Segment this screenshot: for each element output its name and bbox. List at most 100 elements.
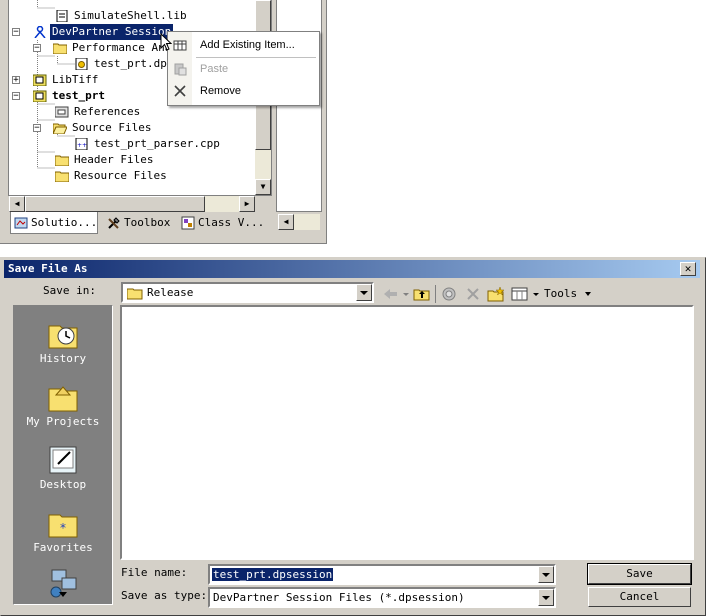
save-type-value: DevPartner Session Files (*.dpsession) [213,591,465,604]
tree-item-test-prt[interactable]: test_prt [33,88,107,104]
tree-item-label: SimulateShell.lib [74,9,187,22]
close-button[interactable]: ✕ [680,262,696,276]
tab-label: Solutio... [31,216,98,229]
folder-open-icon [53,123,67,134]
context-menu: Add Existing Item... Paste Remove [167,31,320,106]
tree-horizontal-scrollbar[interactable]: ◀ ▶ [9,196,255,212]
back-dropdown-icon[interactable] [401,285,411,303]
file-name-input[interactable]: test_prt.dpsession [208,564,556,585]
place-history[interactable]: History [14,314,112,374]
save-file-dialog: Save File As ✕ Save in: Release Tools Hi… [0,257,706,616]
dropdown-arrow-icon[interactable] [356,284,372,301]
tree-item-label: Header Files [74,153,154,166]
menu-item-remove[interactable]: Remove [168,80,319,102]
file-name-label: File name: [121,566,188,579]
tree-item-libtiff[interactable]: LibTiff [33,72,100,88]
menu-item-paste[interactable]: Paste [168,58,319,80]
favorites-icon: * [48,514,78,538]
tree-item-label: Source Files [72,121,152,134]
scroll-down-arrow-icon[interactable]: ▼ [255,179,271,195]
desktop-icon [49,446,77,474]
place-label: My Projects [26,415,100,428]
tree-item-label: test_prt_parser.cpp [94,137,220,150]
save-type-dropdown[interactable]: DevPartner Session Files (*.dpsession) [208,587,556,608]
tab-class-view[interactable]: Class V... [178,212,268,234]
views-dropdown-icon[interactable] [531,285,541,303]
places-scroll-down-icon[interactable] [58,591,68,599]
place-label: History [39,352,87,365]
dropdown-arrow-icon[interactable] [538,589,554,606]
views-icon[interactable] [510,285,530,303]
folder-icon [55,155,69,166]
search-web-icon[interactable] [440,285,460,303]
place-my-projects[interactable]: My Projects [14,377,112,437]
dialog-title: Save File As [8,262,88,275]
tab-solution-explorer[interactable]: Solutio... [10,212,98,234]
tools-menu[interactable]: Tools [544,287,592,300]
tools-label: Tools [544,287,578,300]
tree-item-label: LibTiff [52,73,99,86]
scroll-left-arrow-icon[interactable]: ◀ [9,196,25,212]
collapse-toggle[interactable]: − [12,92,20,101]
places-bar: History My Projects Desktop * Favorites [13,305,113,605]
collapse-toggle[interactable]: − [33,124,41,133]
new-folder-icon[interactable] [486,285,506,303]
folder-icon [127,288,143,300]
menu-item-label: Remove [200,85,241,97]
tree-item-devpartner-session[interactable]: DevPartner Session [33,24,174,40]
remove-x-icon [174,85,186,97]
toolbar-separator [435,285,436,303]
collapse-toggle[interactable]: − [12,28,20,37]
cancel-button[interactable]: Cancel [588,587,691,607]
dropdown-arrow-icon[interactable] [538,566,554,583]
scroll-left-arrow-icon[interactable]: ◀ [278,214,294,230]
mouse-cursor-icon [160,33,172,51]
add-existing-icon [173,40,187,51]
save-button[interactable]: Save [587,563,692,585]
svg-text:*: * [60,521,66,535]
side-pane-scrollbar[interactable]: ◀ [278,214,320,230]
delete-x-icon[interactable] [463,285,483,303]
svg-text:++: ++ [77,142,87,149]
tab-label: Class V... [198,216,265,229]
file-icon [56,10,68,22]
tree-item-header-files[interactable]: Header Files [55,152,155,168]
cpp-file-icon: ++ [75,138,88,150]
history-icon [48,325,78,349]
collapse-toggle[interactable]: − [33,44,41,53]
scroll-right-arrow-icon[interactable]: ▶ [239,196,255,212]
tree-item-label: References [74,105,141,118]
place-label: Favorites [33,541,93,554]
solution-icon [14,217,28,229]
folder-icon [55,171,69,182]
up-folder-icon[interactable] [412,285,432,303]
save-in-dropdown[interactable]: Release [121,282,374,303]
file-list[interactable] [120,305,694,560]
project-icon [33,90,47,102]
tab-toolbox[interactable]: Toolbox [104,212,178,234]
tree-item-label: test_prt [52,89,105,102]
menu-item-label: Add Existing Item... [200,39,295,51]
tree-item-source-files[interactable]: Source Files [53,120,153,136]
tree-item-label: Resource Files [74,169,167,182]
class-view-icon [181,216,195,230]
paste-icon [174,63,187,76]
scroll-thumb[interactable] [25,196,205,212]
place-desktop[interactable]: Desktop [14,440,112,500]
tree-item-test-prt-parser-cpp[interactable]: ++ test_prt_parser.cpp [75,136,222,152]
tab-label: Toolbox [124,216,171,229]
references-icon [55,106,69,118]
menu-item-add-existing[interactable]: Add Existing Item... [168,34,319,56]
dialog-titlebar: Save File As ✕ [4,260,700,278]
expand-toggle[interactable]: + [12,76,20,85]
file-name-value: test_prt.dpsession [212,568,334,581]
tree-item-references[interactable]: References [55,104,142,120]
back-arrow-icon[interactable] [381,285,401,303]
tree-item-simulateshell[interactable]: SimulateShell.lib [55,8,189,24]
menu-item-label: Paste [200,63,229,75]
save-in-label: Save in: [43,284,96,297]
place-favorites[interactable]: * Favorites [14,503,112,563]
tree-item-resource-files[interactable]: Resource Files [55,168,169,184]
tree-item-label: DevPartner Session [50,24,174,40]
save-type-label: Save as type: [121,589,208,602]
